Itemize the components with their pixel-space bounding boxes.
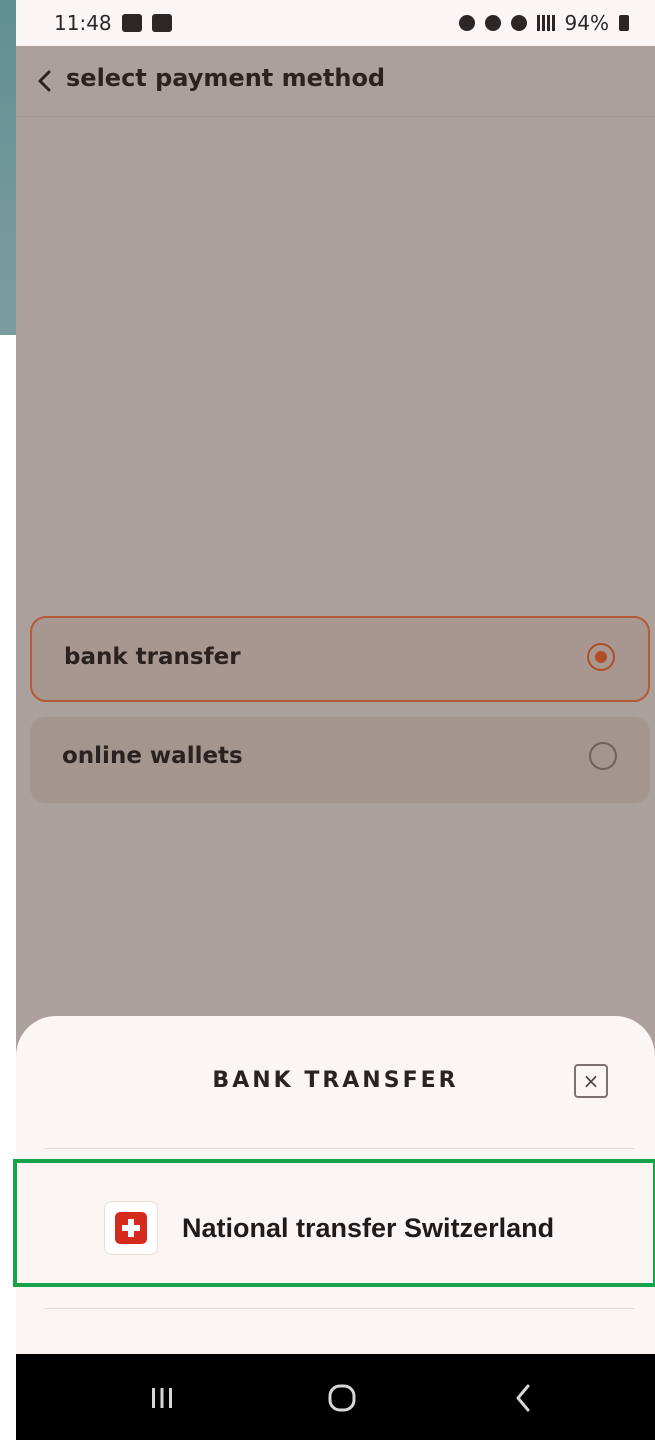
page-title: select payment method: [66, 64, 386, 92]
option-online-wallets[interactable]: online wallets: [30, 717, 650, 803]
back-icon[interactable]: [504, 1380, 544, 1416]
divider: [44, 1148, 635, 1149]
option-label: online wallets: [62, 743, 243, 769]
background-strip: [0, 0, 16, 335]
system-nav-bar: [16, 1354, 655, 1440]
alarm-icon: [458, 15, 475, 31]
page-header: select payment method: [16, 46, 655, 117]
home-icon[interactable]: [322, 1380, 362, 1416]
battery-icon: [619, 15, 629, 31]
mute-icon: [484, 15, 501, 31]
status-time: 11:48: [54, 11, 112, 35]
status-bar: 11:48 94%: [16, 0, 655, 46]
phone-screen: 11:48 94% select payment method bank tra…: [0, 0, 655, 1440]
status-right: 94%: [458, 11, 629, 35]
option-label: bank transfer: [64, 644, 241, 670]
notification-icon: [121, 14, 142, 32]
image-icon: [151, 14, 172, 32]
radio-selected-icon[interactable]: [587, 643, 615, 671]
signal-icon: [536, 15, 555, 31]
back-chevron-icon[interactable]: [30, 66, 60, 96]
selection-highlight: [13, 1159, 655, 1287]
recent-apps-icon[interactable]: [142, 1380, 182, 1416]
battery-percent: 94%: [564, 11, 609, 35]
radio-unselected-icon[interactable]: [589, 742, 617, 770]
status-left: 11:48: [54, 11, 172, 35]
wifi-icon: [510, 15, 527, 31]
sheet-title: BANK TRANSFER: [212, 1068, 459, 1093]
option-bank-transfer[interactable]: bank transfer: [30, 616, 650, 702]
close-icon[interactable]: ×: [574, 1064, 608, 1098]
divider: [44, 1308, 635, 1309]
